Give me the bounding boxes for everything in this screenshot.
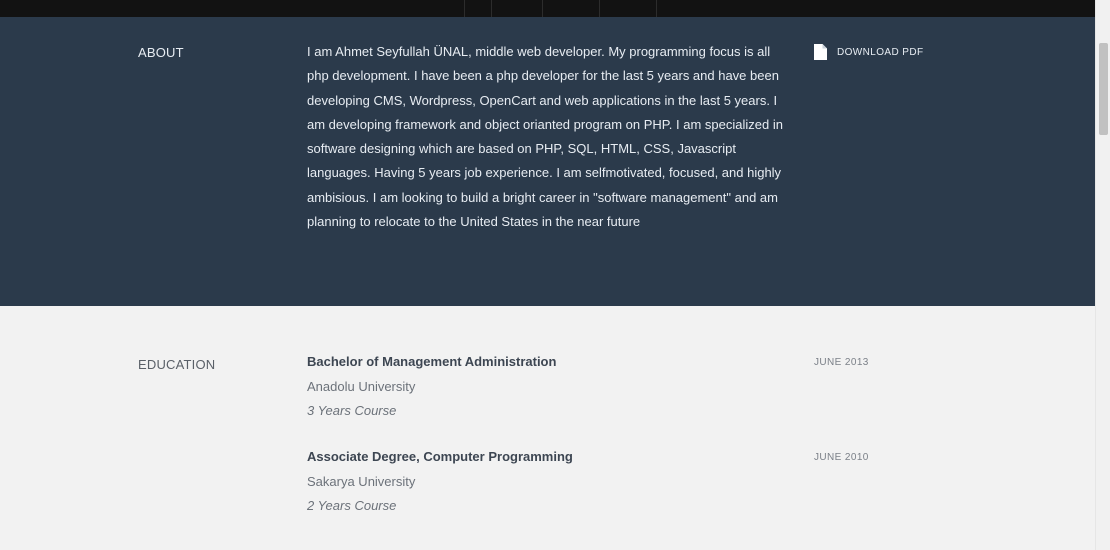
education-heading: EDUCATION xyxy=(138,357,216,372)
education-section: EDUCATION Bachelor of Management Adminis… xyxy=(0,306,1095,550)
graduation-date: JUNE 2013 xyxy=(814,357,869,368)
degree-title: Bachelor of Management Administration xyxy=(307,354,557,369)
vertical-scrollbar[interactable] xyxy=(1095,0,1110,550)
course-duration: 3 Years Course xyxy=(307,403,397,418)
file-icon xyxy=(814,44,827,60)
graduation-date: JUNE 2010 xyxy=(814,452,869,463)
top-navigation-bar xyxy=(0,0,1095,17)
resume-page: ABOUT I am Ahmet Seyfullah ÜNAL, middle … xyxy=(0,0,1095,550)
nav-divider xyxy=(656,0,657,17)
course-duration: 2 Years Course xyxy=(307,498,397,513)
about-section: ABOUT I am Ahmet Seyfullah ÜNAL, middle … xyxy=(0,17,1095,306)
download-pdf-link[interactable]: DOWNLOAD PDF xyxy=(814,44,923,60)
degree-title: Associate Degree, Computer Programming xyxy=(307,449,573,464)
download-pdf-label: DOWNLOAD PDF xyxy=(837,46,924,58)
nav-divider xyxy=(464,0,465,17)
nav-divider xyxy=(542,0,543,17)
school-name: Anadolu University xyxy=(307,379,416,394)
scrollbar-thumb[interactable] xyxy=(1099,43,1108,135)
nav-divider xyxy=(599,0,600,17)
about-description: I am Ahmet Seyfullah ÜNAL, middle web de… xyxy=(307,44,783,230)
school-name: Sakarya University xyxy=(307,474,416,489)
education-item: Associate Degree, Computer Programming S… xyxy=(307,446,1007,518)
education-item: Bachelor of Management Administration An… xyxy=(307,351,1007,423)
nav-divider xyxy=(491,0,492,17)
about-heading: ABOUT xyxy=(138,45,184,60)
